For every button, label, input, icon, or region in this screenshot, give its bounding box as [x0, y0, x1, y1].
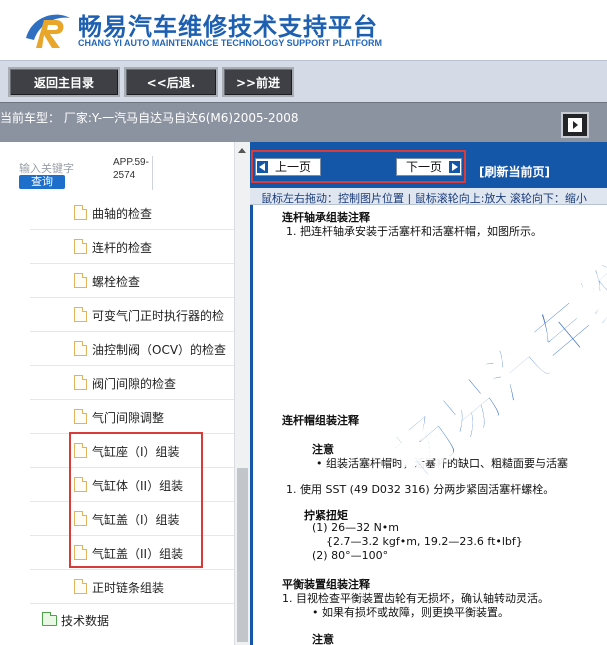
document-icon: [74, 375, 87, 390]
app-title: 畅易汽车维修技术支持平台: [78, 13, 378, 41]
tree-item[interactable]: 气门间隙调整: [30, 400, 234, 434]
document-icon: [74, 273, 87, 288]
tree-item-label: 气门间隙调整: [92, 411, 165, 425]
arrow-right-icon: [449, 161, 460, 173]
tree-item[interactable]: 油控制阀（OCV）的检查: [30, 332, 234, 366]
current-vehicle: 当前车型： 厂家:Y-一汽马自达马自达6(M6)2005-2008: [0, 111, 299, 125]
vehicle-bar: 当前车型： 厂家:Y-一汽马自达马自达6(M6)2005-2008: [0, 102, 607, 142]
folder-icon: [42, 612, 57, 626]
query-button[interactable]: 查询: [19, 175, 65, 189]
logo-icon: [26, 14, 70, 48]
tree-item[interactable]: 可变气门正时执行器的检: [30, 298, 234, 332]
highlight-box: [69, 432, 203, 568]
doc-text: 1. 把连杆轴承安装于活塞杆和活塞杆帽，如图所示。: [286, 225, 542, 238]
document-page[interactable]: 连杆轴承组装注释 1. 把连杆轴承安装于活塞杆和活塞杆帽，如图所示。 连杆帽组装…: [250, 205, 607, 645]
prev-page-button[interactable]: 上一页: [255, 158, 321, 176]
tree-item-label: 连杆的检查: [92, 241, 153, 255]
refresh-page-link[interactable]: [刷新当前页]: [479, 163, 550, 180]
document-icon: [74, 307, 87, 322]
toolbar: 返回主目录 <<后退. >>前进: [0, 60, 607, 102]
header: 畅易汽车维修技术支持平台 CHANG YI AUTO MAINTENANCE T…: [0, 0, 607, 60]
toggle-icon: [568, 118, 582, 132]
prev-page-label: 上一页: [274, 160, 311, 174]
doc-heading: 连杆帽组装注释: [282, 414, 359, 427]
next-page-button[interactable]: 下一页: [396, 158, 462, 176]
tree-item-label: 可变气门正时执行器的检: [92, 309, 225, 323]
back-button[interactable]: <<后退.: [124, 67, 218, 97]
doc-text: • 如果有损坏或故障，则更换平衡装置。: [312, 606, 509, 619]
next-page-label: 下一页: [405, 160, 442, 174]
sidebar: 输入关键字 查询 APP.59-2574 曲轴的检查 连杆的检查 螺栓检查 可变…: [0, 142, 250, 645]
doc-text: (2) 80°—100°: [312, 549, 389, 562]
document-icon: [74, 239, 87, 254]
tree-item-label: 螺栓检查: [92, 275, 141, 289]
hint-bar: 鼠标左右拖动：控制图片位置 | 鼠标滚轮向上:放大 滚轮向下：缩小: [250, 188, 607, 205]
document-icon: [74, 579, 87, 594]
tree-item[interactable]: 正时链条组装: [30, 570, 234, 604]
tree-item[interactable]: 螺栓检查: [30, 264, 234, 298]
tree-item[interactable]: 阀门间隙的检查: [30, 366, 234, 400]
app-subtitle: CHANG YI AUTO MAINTENANCE TECHNOLOGY SUP…: [78, 38, 383, 48]
toggle-sidebar-button[interactable]: [561, 112, 589, 138]
document-icon: [74, 341, 87, 356]
tree-folder-label: 技术数据: [61, 614, 110, 628]
home-button[interactable]: 返回主目录: [8, 67, 120, 97]
viewer-nav: 上一页 下一页 [刷新当前页]: [250, 142, 607, 188]
tree-item-label: 曲轴的检查: [92, 207, 153, 221]
hint-text: 鼠标左右拖动：控制图片位置 | 鼠标滚轮向上:放大 滚轮向下：缩小: [261, 192, 587, 205]
scroll-thumb[interactable]: [237, 468, 248, 642]
keyword-input[interactable]: 输入关键字: [19, 160, 74, 176]
tree-item[interactable]: 曲轴的检查: [30, 196, 234, 230]
tree-folder[interactable]: 技术数据: [30, 604, 234, 638]
app-code: APP.59-2574: [113, 156, 153, 190]
doc-note-label: 注意: [312, 633, 334, 645]
tree-item[interactable]: 连杆的检查: [30, 230, 234, 264]
scroll-up-icon[interactable]: [238, 148, 246, 153]
search-area: 输入关键字 查询 APP.59-2574: [0, 142, 234, 194]
content-viewer: 上一页 下一页 [刷新当前页] 鼠标左右拖动：控制图片位置 | 鼠标滚轮向上:放…: [250, 142, 607, 645]
sidebar-scrollbar[interactable]: [234, 142, 250, 645]
document-icon: [74, 205, 87, 220]
doc-text: {2.7—3.2 kgf•m, 19.2—23.6 ft•lbf}: [326, 535, 523, 548]
doc-text: (1) 26—32 N•m: [312, 521, 400, 534]
forward-button[interactable]: >>前进: [222, 67, 294, 97]
app-window: 畅易汽车维修技术支持平台 CHANG YI AUTO MAINTENANCE T…: [0, 0, 607, 645]
tree-item-label: 阀门间隙的检查: [92, 377, 177, 391]
tree-item-label: 正时链条组装: [92, 581, 165, 595]
arrow-left-icon: [257, 161, 268, 173]
document-icon: [74, 409, 87, 424]
tree-item-label: 油控制阀（OCV）的检查: [92, 343, 227, 357]
